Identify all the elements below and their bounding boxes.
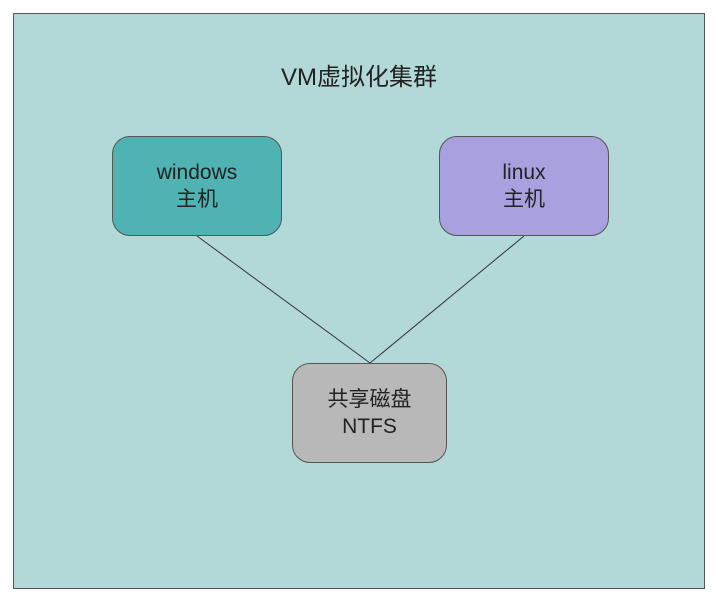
node-disk-label-2: NTFS bbox=[342, 413, 397, 440]
line-windows-to-disk bbox=[197, 236, 370, 363]
connector-lines bbox=[14, 14, 706, 590]
line-linux-to-disk bbox=[370, 236, 524, 363]
diagram-title: VM虚拟化集群 bbox=[14, 57, 704, 92]
node-linux-host: linux 主机 bbox=[439, 136, 609, 236]
node-shared-disk: 共享磁盘 NTFS bbox=[292, 363, 447, 463]
node-windows-host: windows 主机 bbox=[112, 136, 282, 236]
node-disk-label-1: 共享磁盘 bbox=[328, 386, 412, 413]
node-linux-label-2: 主机 bbox=[503, 186, 545, 213]
node-windows-label-1: windows bbox=[157, 159, 238, 186]
node-windows-label-2: 主机 bbox=[176, 186, 218, 213]
node-linux-label-1: linux bbox=[502, 159, 545, 186]
diagram-container: VM虚拟化集群 windows 主机 linux 主机 共享磁盘 NTFS bbox=[13, 13, 705, 589]
